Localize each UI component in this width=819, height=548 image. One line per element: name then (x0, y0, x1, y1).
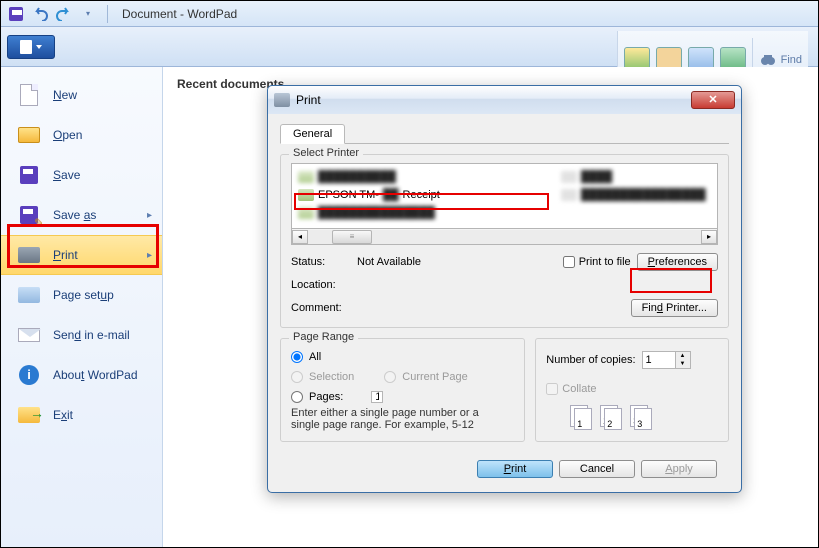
file-menu-button[interactable] (7, 35, 55, 59)
exit-icon (18, 407, 40, 423)
menu-item-about[interactable]: i About WordPad (1, 355, 162, 395)
highlight-preferences (630, 268, 712, 293)
group-title-page-range: Page Range (289, 331, 358, 343)
redo-icon[interactable] (53, 4, 75, 24)
radio-all-label: All (309, 351, 321, 363)
radio-all[interactable]: All (291, 351, 514, 363)
printer-group: Select Printer ██████████ EPSON TM- ██ R… (280, 154, 729, 328)
status-value: Not Available (357, 256, 557, 268)
menu-label: Save as (53, 208, 96, 222)
printer-icon (274, 93, 290, 107)
horizontal-scrollbar[interactable]: ◂ ≡ ▸ (291, 229, 718, 245)
folder-open-icon (18, 127, 40, 143)
close-button[interactable]: ✕ (691, 91, 735, 109)
cancel-button[interactable]: Cancel (559, 460, 635, 478)
menu-item-open[interactable]: Open (1, 115, 162, 155)
scroll-thumb[interactable]: ≡ (332, 230, 372, 244)
apply-button: Apply (641, 460, 717, 478)
highlight-print-menu (7, 224, 159, 268)
location-label: Location: (291, 279, 351, 291)
divider (107, 5, 108, 23)
menu-label: New (53, 88, 77, 102)
printer-item-blurred-right-2[interactable]: ████████████████ (561, 186, 711, 204)
highlight-epson-printer (294, 193, 549, 210)
copies-group: Number of copies: ▲▼ Collate 11 22 33 (535, 338, 729, 442)
scroll-right-icon[interactable]: ▸ (701, 230, 717, 244)
save-as-icon (20, 206, 38, 224)
menu-label: About WordPad (53, 368, 138, 382)
spin-down-icon[interactable]: ▼ (676, 360, 690, 368)
scroll-left-icon[interactable]: ◂ (292, 230, 308, 244)
menu-item-send-email[interactable]: Send in e-mail (1, 315, 162, 355)
print-to-file-checkbox[interactable]: Print to file (563, 256, 631, 268)
radio-selection-label: Selection (309, 371, 354, 383)
copies-input[interactable] (642, 351, 676, 369)
radio-pages[interactable]: Pages: (291, 391, 514, 403)
radio-current-page: Current Page (384, 371, 467, 383)
quick-access-toolbar: ▾ (1, 4, 103, 24)
collate-illustration: 11 22 33 (570, 405, 718, 431)
page-range-group: Page Range All Selection Current Page Pa… (280, 338, 525, 442)
menu-item-save[interactable]: Save (1, 155, 162, 195)
save-icon (20, 166, 38, 184)
print-to-file-label: Print to file (579, 256, 631, 268)
find-printer-button[interactable]: Find Printer... (631, 299, 718, 317)
menu-item-page-setup[interactable]: Page setup (1, 275, 162, 315)
chevron-down-icon (36, 45, 42, 49)
radio-selection: Selection (291, 371, 354, 383)
print-button[interactable]: Print (477, 460, 553, 478)
dialog-body: General Select Printer ██████████ EPSON … (268, 114, 741, 492)
qat-save-icon[interactable] (5, 4, 27, 24)
menu-label: Save (53, 168, 80, 182)
menu-label: Send in e-mail (53, 328, 130, 342)
scroll-track[interactable]: ≡ (308, 230, 701, 244)
window-title: Document - WordPad (122, 7, 237, 21)
collate-label: Collate (562, 383, 596, 395)
collate-checkbox: Collate (546, 383, 596, 395)
menu-label: Exit (53, 408, 73, 422)
info-icon: i (19, 365, 39, 385)
qat-dropdown-icon[interactable]: ▾ (77, 4, 99, 24)
group-title-printer: Select Printer (289, 147, 363, 159)
printer-item-blurred-right-1[interactable]: ████ (561, 168, 711, 186)
spin-up-icon[interactable]: ▲ (676, 352, 690, 360)
new-document-icon (20, 84, 38, 106)
dialog-titlebar: Print ✕ (268, 86, 741, 114)
menu-label: Open (53, 128, 82, 142)
pages-input[interactable] (371, 391, 383, 403)
radio-current-page-label: Current Page (402, 371, 467, 383)
file-menu-dropdown: New Open Save Save as Print Page setup S… (1, 67, 163, 547)
tab-strip: General (280, 124, 729, 144)
title-bar: ▾ Document - WordPad (1, 1, 818, 27)
status-label: Status: (291, 256, 351, 268)
mail-icon (18, 328, 40, 342)
document-icon (20, 40, 32, 54)
menu-item-new[interactable]: New (1, 75, 162, 115)
undo-icon[interactable] (29, 4, 51, 24)
copies-label: Number of copies: (546, 354, 635, 366)
copies-spinner[interactable]: ▲▼ (642, 351, 691, 369)
menu-label: Page setup (53, 288, 114, 302)
find-label: Find (781, 54, 802, 66)
tab-general[interactable]: General (280, 124, 345, 144)
dialog-title-text: Print (296, 93, 321, 107)
menu-item-exit[interactable]: Exit (1, 395, 162, 435)
comment-label: Comment: (291, 302, 351, 314)
printer-item-blurred[interactable]: ██████████ (298, 168, 561, 186)
dialog-footer: Print Cancel Apply (280, 452, 729, 478)
page-setup-icon (18, 287, 40, 303)
pages-helper-text: Enter either a single page number or a s… (291, 407, 491, 431)
radio-pages-label: Pages: (309, 391, 343, 403)
